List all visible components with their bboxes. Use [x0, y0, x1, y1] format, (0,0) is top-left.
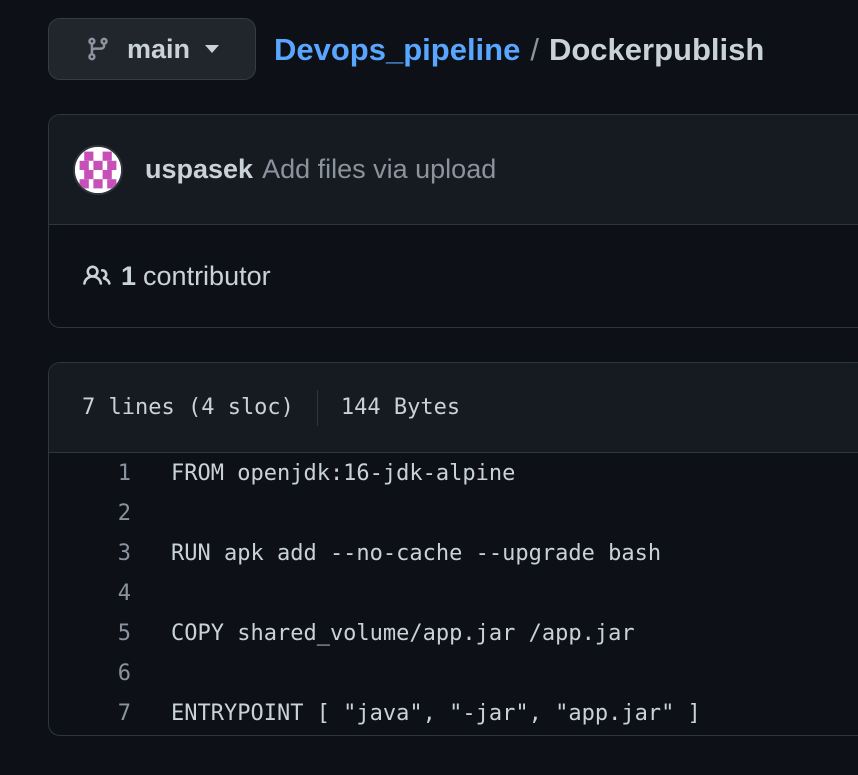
branch-selector-button[interactable]: main	[48, 18, 256, 80]
file-info-header: 7 lines (4 sloc) 144 Bytes	[49, 363, 858, 453]
code-line: 5 COPY shared_volume/app.jar /app.jar	[49, 613, 858, 653]
commit-author-link[interactable]: uspasek	[145, 154, 253, 185]
commit-row: uspasek Add files via upload	[49, 115, 858, 225]
line-number[interactable]: 3	[49, 541, 131, 566]
contributor-count: 1	[121, 260, 137, 291]
code-line: 4	[49, 573, 858, 613]
line-number[interactable]: 7	[49, 701, 131, 726]
line-number[interactable]: 2	[49, 501, 131, 526]
code-line: 7 ENTRYPOINT [ "java", "-jar", "app.jar"…	[49, 693, 858, 733]
line-code: ENTRYPOINT [ "java", "-jar", "app.jar" ]	[171, 700, 701, 726]
triangle-down-icon	[204, 44, 220, 54]
file-lines-info: 7 lines (4 sloc)	[82, 395, 294, 420]
code-line: 3 RUN apk add --no-cache --upgrade bash	[49, 533, 858, 573]
contributors-row[interactable]: 1 contributor	[49, 225, 858, 327]
line-code: COPY shared_volume/app.jar /app.jar	[171, 620, 635, 646]
line-number[interactable]: 5	[49, 621, 131, 646]
line-number[interactable]: 4	[49, 581, 131, 606]
breadcrumb-separator: /	[530, 32, 539, 67]
line-number[interactable]: 6	[49, 661, 131, 686]
commit-message-link[interactable]: Add files via upload	[262, 154, 496, 185]
people-icon	[81, 261, 115, 291]
git-branch-icon	[83, 34, 113, 64]
code-line: 6	[49, 653, 858, 693]
branch-name: main	[127, 33, 191, 64]
line-number[interactable]: 1	[49, 461, 131, 486]
repo-link[interactable]: Devops_pipeline	[274, 32, 520, 68]
file-size: 144 Bytes	[340, 395, 461, 420]
code-view: 1 FROM openjdk:16-jdk-alpine 2 3 RUN apk…	[49, 453, 858, 733]
line-code: RUN apk add --no-cache --upgrade bash	[171, 540, 662, 566]
breadcrumb: Devops_pipeline / Dockerpublish	[274, 30, 764, 70]
contributor-label: contributor	[143, 260, 271, 291]
file-name: Dockerpublish	[548, 32, 765, 67]
latest-commit-box: uspasek Add files via upload 1 contribut…	[48, 114, 858, 328]
file-content-box: 7 lines (4 sloc) 144 Bytes 1 FROM openjd…	[48, 362, 858, 736]
code-line: 1 FROM openjdk:16-jdk-alpine	[49, 453, 858, 493]
line-code: FROM openjdk:16-jdk-alpine	[171, 460, 516, 486]
avatar[interactable]	[73, 144, 123, 195]
file-info-divider	[316, 389, 318, 426]
code-line: 2	[49, 493, 858, 533]
file-view-page: main Devops_pipeline / Dockerpublish usp…	[0, 0, 858, 775]
